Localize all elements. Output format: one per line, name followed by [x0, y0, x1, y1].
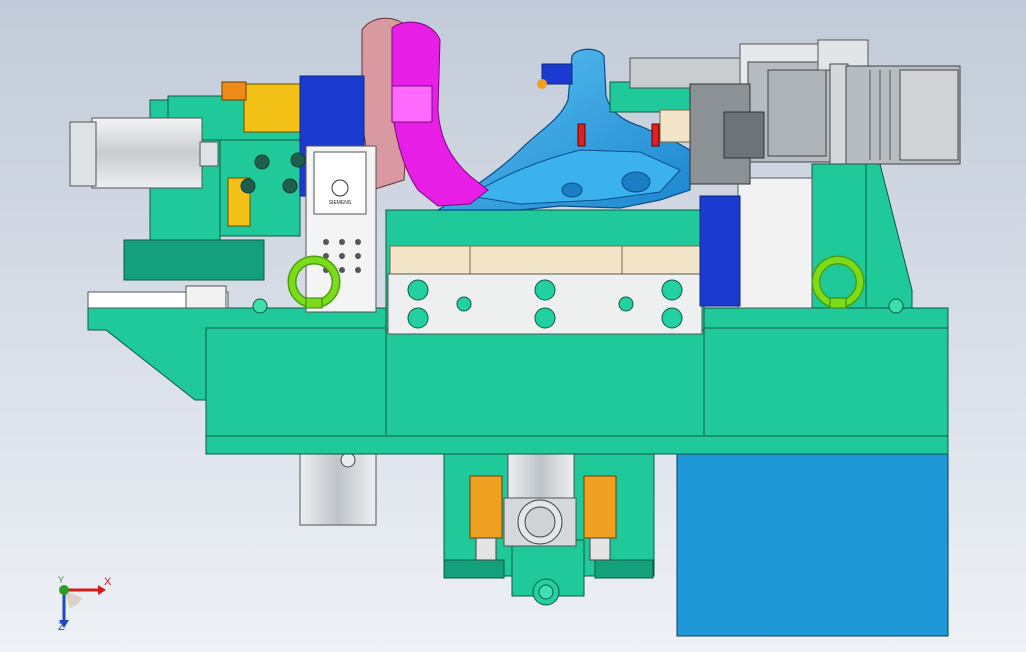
motor-nameplate-text: SIEMENS: [329, 200, 352, 206]
x-axis-label: X: [104, 576, 112, 588]
blue-base-block: [676, 451, 949, 637]
fixture-assembly-drawing: SIEMENS: [0, 0, 1026, 652]
lower-right-clamp: [583, 475, 617, 539]
cad-viewport[interactable]: SIEMENS X Y Z: [0, 0, 1026, 652]
lower-left-clamp: [469, 475, 503, 539]
y-axis-label: Y: [58, 575, 65, 585]
z-axis-label: Z: [58, 621, 65, 633]
motor-block: SIEMENS: [305, 145, 377, 313]
left-pneumatic-cylinder: [69, 117, 219, 189]
